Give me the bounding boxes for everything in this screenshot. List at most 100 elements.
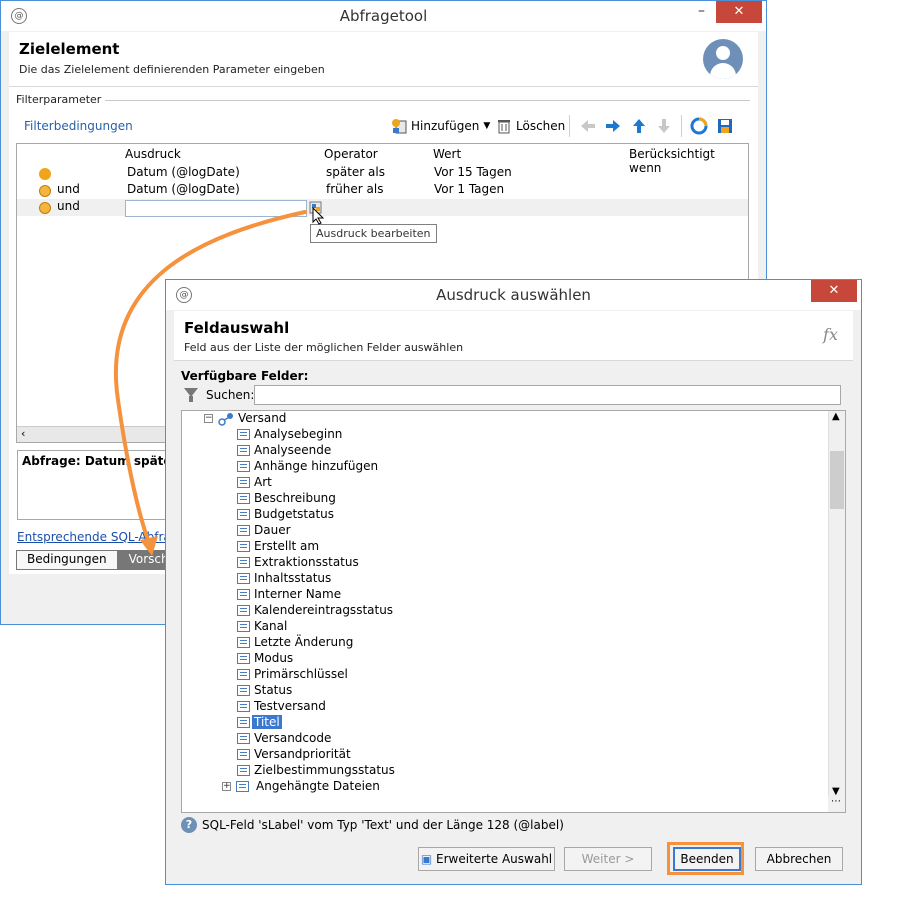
list-field-icon <box>237 477 250 488</box>
tree-item-label: Status <box>254 683 293 697</box>
list-field-icon <box>237 605 250 616</box>
close-button[interactable]: ✕ <box>811 280 857 302</box>
list-field-icon <box>237 765 250 776</box>
next-button[interactable]: Weiter > <box>564 847 652 871</box>
list-field-icon <box>237 445 250 456</box>
dialog-heading: Feldauswahl <box>184 319 290 337</box>
tree-item-label: Erstellt am <box>254 539 320 553</box>
advanced-selection-label: Erweiterte Auswahl <box>436 852 553 866</box>
list-field-icon <box>237 493 250 504</box>
highlight-box <box>667 842 744 875</box>
list-field-icon <box>237 717 250 728</box>
available-fields-label: Verfügbare Felder: <box>181 369 309 383</box>
list-field-icon <box>237 589 250 600</box>
tree-item-label: Kanal <box>254 619 288 633</box>
tree-item[interactable]: Modus <box>237 651 437 667</box>
list-field-icon <box>237 557 250 568</box>
list-field-icon <box>237 525 250 536</box>
tree-item[interactable]: Primärschlüssel <box>237 667 437 683</box>
tree-item-label: Budgetstatus <box>254 507 335 521</box>
tree-item-label: Kalendereintragsstatus <box>254 603 394 617</box>
tree-item-attached-files[interactable]: + Angehängte Dateien <box>222 779 422 795</box>
more-icon[interactable]: ⋯ <box>828 796 845 812</box>
tree-item-label: Versandcode <box>254 731 332 745</box>
list-field-icon <box>237 653 250 664</box>
list-field-icon <box>237 733 250 744</box>
list-field-icon <box>237 429 250 440</box>
field-info-text: SQL-Feld 'sLabel' vom Typ 'Text' und der… <box>202 818 564 832</box>
tree-item[interactable]: Budgetstatus <box>237 507 437 523</box>
tree-item-label: Analyseende <box>254 443 332 457</box>
tree-item-label: Testversand <box>254 699 326 713</box>
list-field-icon <box>237 701 250 712</box>
tree-item-label: Interner Name <box>254 587 342 601</box>
tree-item[interactable]: Interner Name <box>237 587 437 603</box>
expand-icon[interactable]: + <box>222 782 231 791</box>
tree-item[interactable]: Titel <box>237 715 437 731</box>
tree-item[interactable]: Analysebeginn <box>237 427 437 443</box>
tree-item[interactable]: Versandcode <box>237 731 437 747</box>
search-input[interactable] <box>254 385 841 405</box>
dialog-subtitle: Feld aus der Liste der möglichen Felder … <box>184 341 464 354</box>
tree-item-label: Primärschlüssel <box>254 667 348 681</box>
tree-item[interactable]: Dauer <box>237 523 437 539</box>
tree-item[interactable]: Beschreibung <box>237 491 437 507</box>
tree-item-label: Inhaltsstatus <box>254 571 332 585</box>
tree-item-label: Zielbestimmungsstatus <box>254 763 395 777</box>
link-node-icon <box>218 413 233 426</box>
collapse-icon[interactable]: − <box>204 414 213 423</box>
tree-item-label: Letzte Änderung <box>254 635 354 649</box>
list-field-icon <box>237 749 250 760</box>
tree-item[interactable]: Art <box>237 475 437 491</box>
list-field-icon <box>237 509 250 520</box>
list-field-icon <box>236 781 249 792</box>
tree-item[interactable]: Zielbestimmungsstatus <box>237 763 437 779</box>
scroll-up-icon[interactable]: ▲ <box>832 411 840 422</box>
expression-select-dialog: @ Ausdruck auswählen ✕ Feldauswahl Feld … <box>165 279 862 885</box>
tree-item-label: Anhänge hinzufügen <box>254 459 379 473</box>
tree-item[interactable]: Erstellt am <box>237 539 437 555</box>
dialog-header: Feldauswahl Feld aus der Liste der mögli… <box>174 311 853 361</box>
filter-icon <box>184 388 198 402</box>
scroll-thumb[interactable] <box>830 451 844 509</box>
tree-item[interactable]: Kalendereintragsstatus <box>237 603 437 619</box>
tree-item[interactable]: Analyseende <box>237 443 437 459</box>
list-field-icon <box>237 685 250 696</box>
tree-item[interactable]: Anhänge hinzufügen <box>237 459 437 475</box>
tree-item-label: Modus <box>254 651 294 665</box>
list-field-icon <box>237 541 250 552</box>
tree-item-label: Extraktionsstatus <box>254 555 359 569</box>
tree-item[interactable]: Testversand <box>237 699 437 715</box>
list-field-icon <box>237 461 250 472</box>
tree-item-label: Beschreibung <box>254 491 336 505</box>
tree-item[interactable]: Inhaltsstatus <box>237 571 437 587</box>
list-field-icon <box>237 637 250 648</box>
tree-item[interactable]: Extraktionsstatus <box>237 555 437 571</box>
title-bar: @ Ausdruck auswählen ✕ <box>166 280 861 310</box>
fx-icon[interactable]: fx <box>823 325 838 344</box>
tree-item[interactable]: Status <box>237 683 437 699</box>
field-tree[interactable]: − Versand Analysebeginn Analyseende Anhäng… <box>181 410 846 813</box>
list-field-icon <box>237 621 250 632</box>
tree-item-label: Analysebeginn <box>254 427 343 441</box>
tree-root[interactable]: − Versand <box>204 411 404 427</box>
list-field-icon <box>237 669 250 680</box>
tree-item-label: Titel <box>252 715 282 729</box>
help-icon: ? <box>181 817 197 833</box>
tree-item-label: Dauer <box>254 523 291 537</box>
clipboard-icon: ▣ <box>420 852 433 866</box>
tree-item[interactable]: Versandpriorität <box>237 747 437 763</box>
tree-item[interactable]: Letzte Änderung <box>237 635 437 651</box>
tree-item-label: Art <box>254 475 272 489</box>
dialog-title: Ausdruck auswählen <box>436 286 591 304</box>
tree-item[interactable]: Kanal <box>237 619 437 635</box>
vertical-scrollbar[interactable]: ▲ ▼ <box>828 411 845 798</box>
cancel-button[interactable]: Abbrechen <box>755 847 843 871</box>
advanced-selection-button[interactable]: ▣ Erweiterte Auswahl <box>418 847 555 871</box>
tree-item-label: Versandpriorität <box>254 747 351 761</box>
search-label: Suchen: <box>206 388 255 402</box>
field-info: ? SQL-Feld 'sLabel' vom Typ 'Text' und d… <box>181 817 564 833</box>
tree-root-label: Versand <box>238 411 287 425</box>
tree-item-label: Angehängte Dateien <box>256 779 380 793</box>
list-field-icon <box>237 573 250 584</box>
